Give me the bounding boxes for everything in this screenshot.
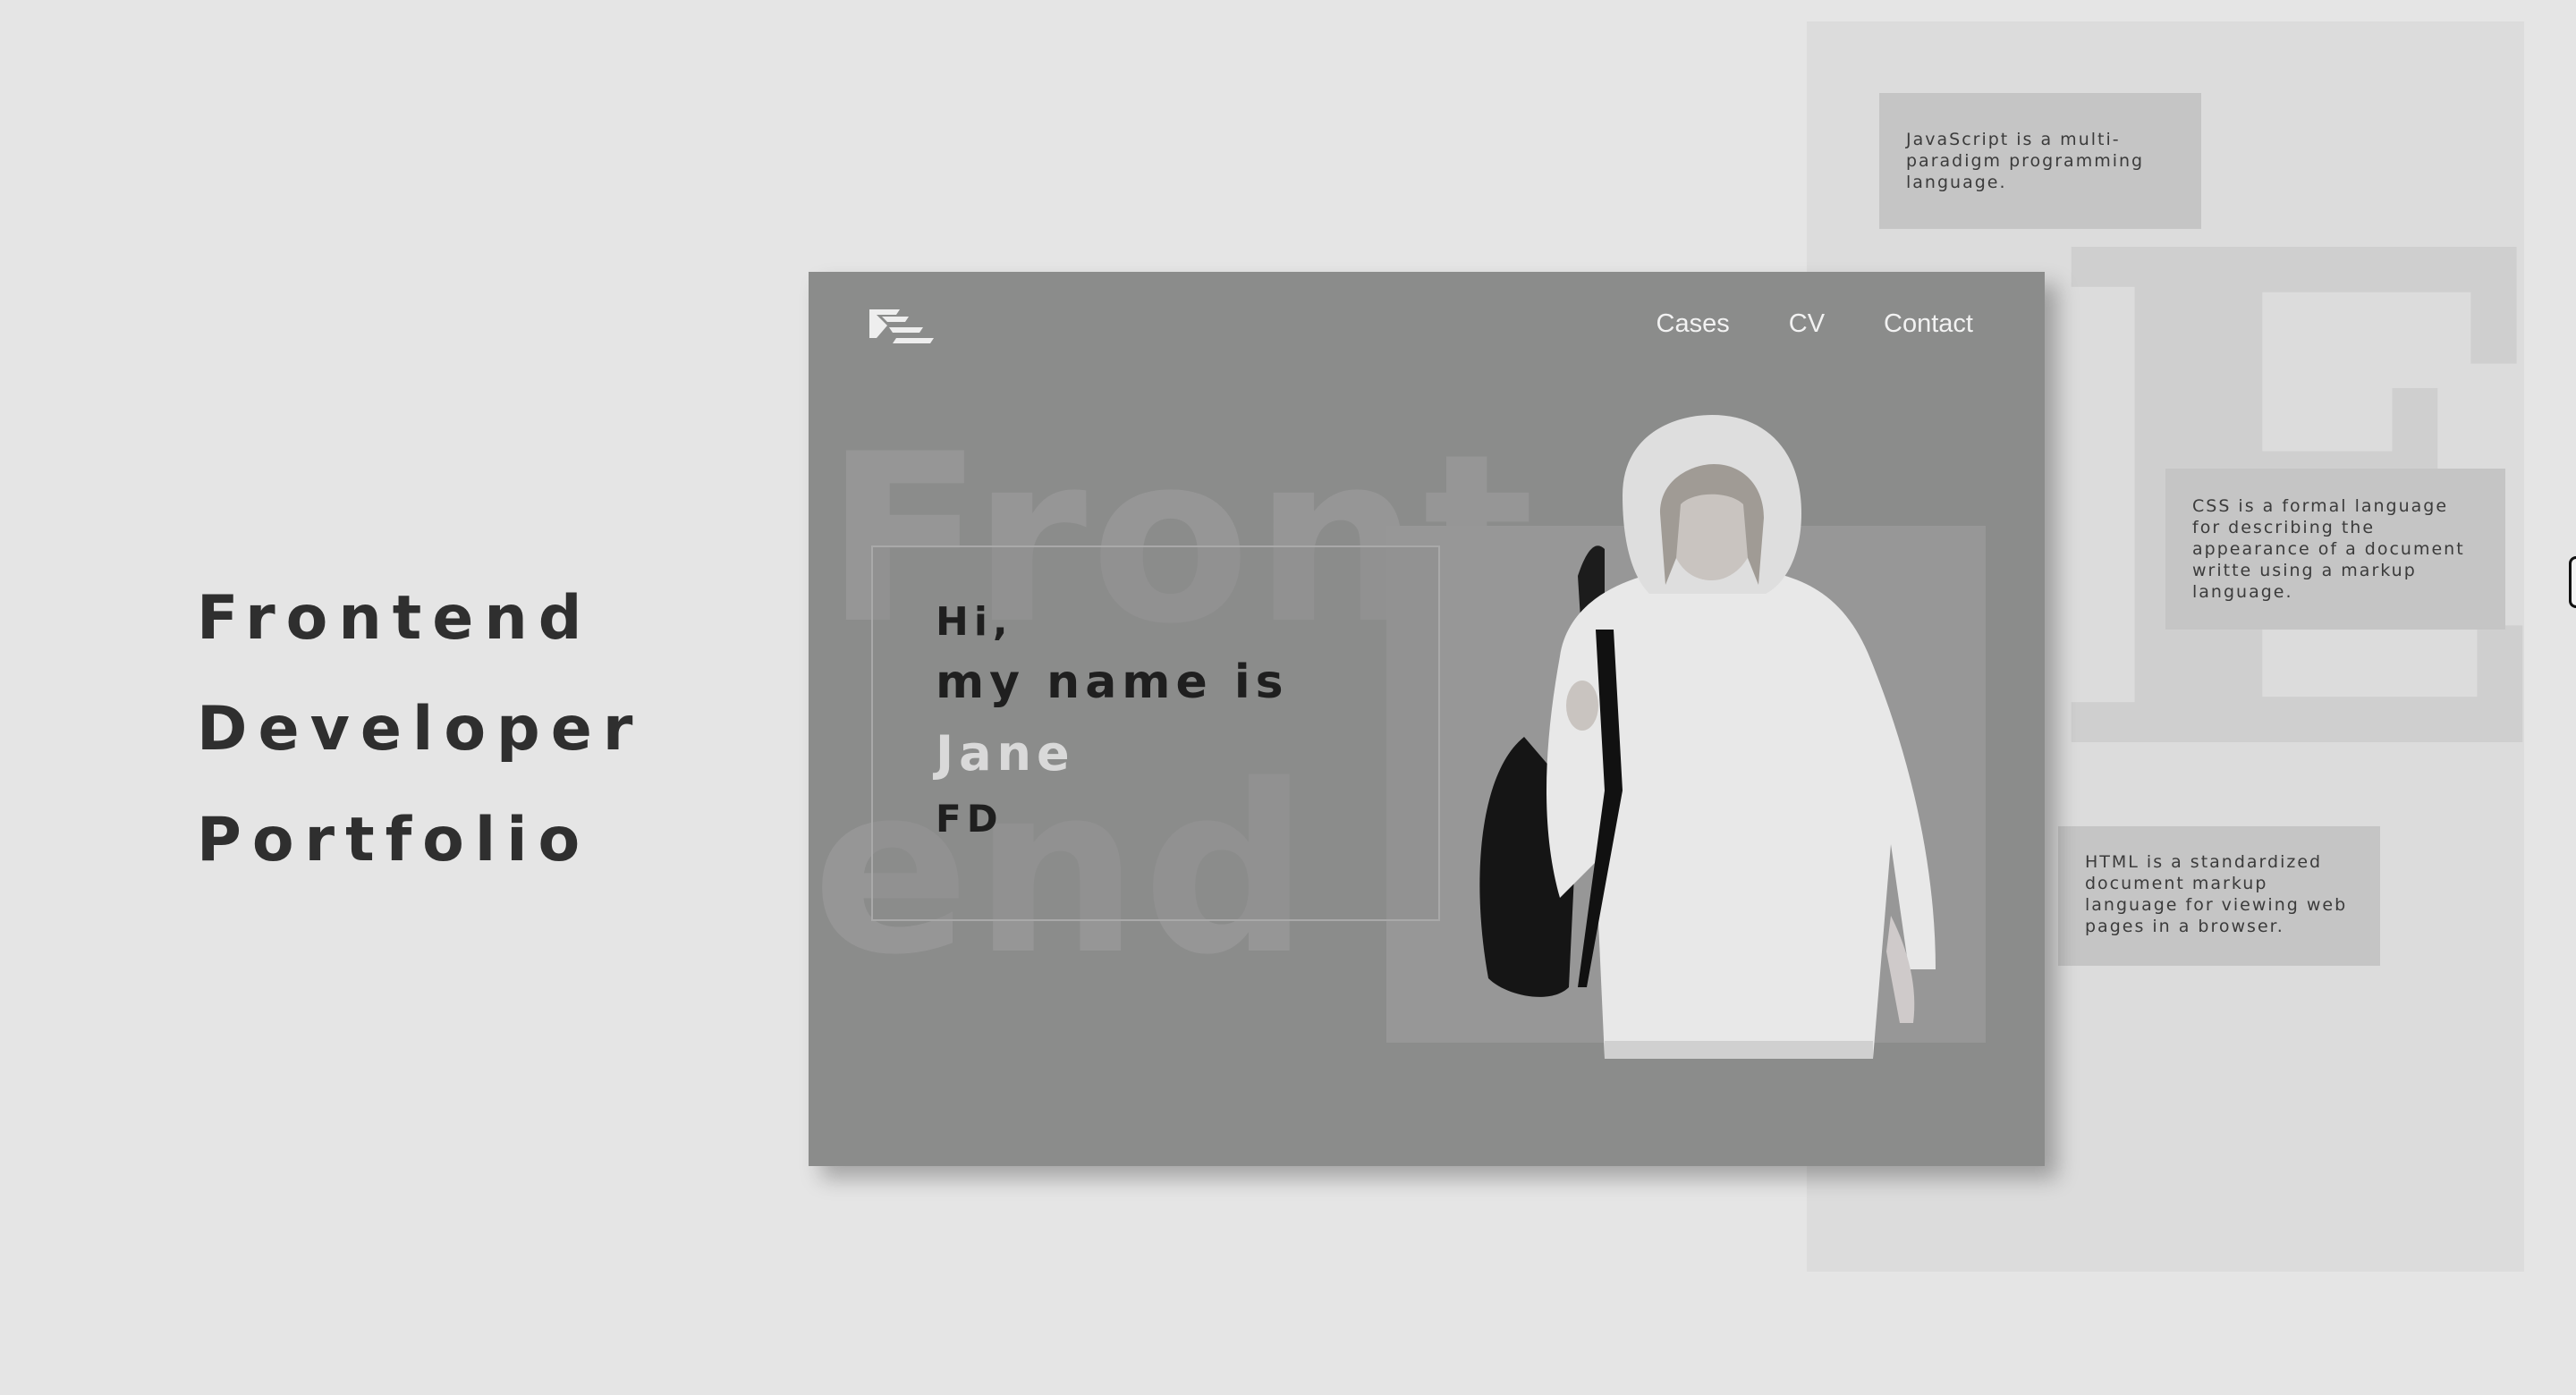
portfolio-card: Cases CV Contact Front end Hi, my name i… [809, 272, 2045, 1166]
css-note: CSS is a formal language for describing … [2165, 469, 2505, 630]
nav-contact-link[interactable]: Contact [1884, 309, 1973, 339]
fe-logo-icon[interactable] [869, 308, 934, 343]
headline-line-2: Developer [197, 694, 644, 765]
html-note: HTML is a standardized document markup l… [2058, 826, 2380, 966]
scroll-handle-icon[interactable] [2569, 556, 2576, 608]
javascript-note: JavaScript is a multi-paradigm programmi… [1879, 93, 2201, 229]
headline-line-1: Frontend [197, 583, 593, 654]
top-nav: Cases CV Contact [1657, 309, 1973, 339]
greeting-text: Hi, [936, 599, 1013, 645]
nav-cases-link[interactable]: Cases [1657, 309, 1730, 339]
intro-box: Hi, my name is Jane FD [871, 545, 1440, 921]
name-text: Jane [936, 725, 1075, 782]
nav-cv-link[interactable]: CV [1789, 309, 1825, 339]
person-photo [1479, 415, 1936, 1059]
name-is-text: my name is [936, 655, 1289, 709]
headline-line-3: Portfolio [197, 805, 591, 875]
page-headline: Frontend Developer Portfolio [197, 563, 643, 896]
role-text: FD [936, 797, 1004, 841]
